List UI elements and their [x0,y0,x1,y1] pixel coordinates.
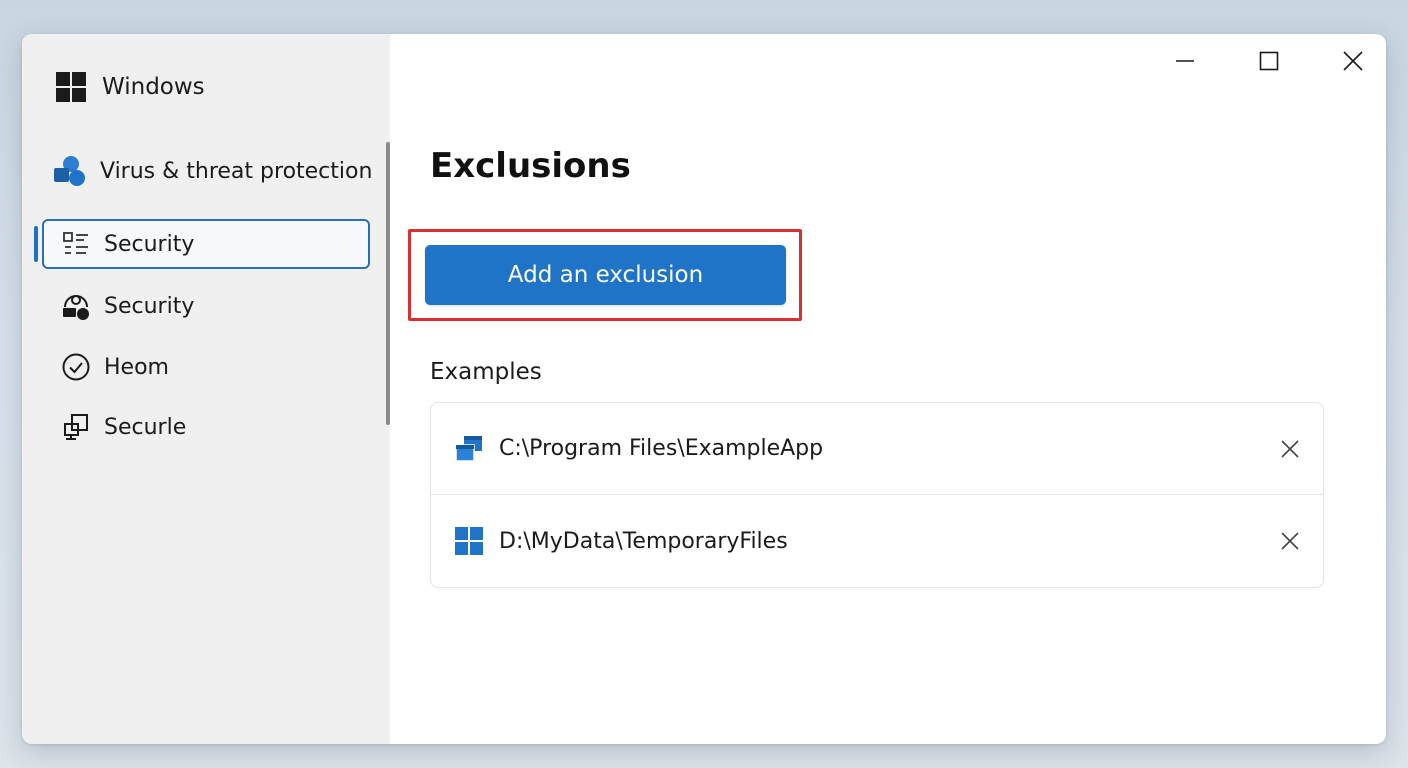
brand: Windows [56,72,205,102]
close-button[interactable] [1330,46,1376,76]
list-item[interactable]: C:\Program Files\ExampleApp [431,403,1323,495]
sidebar-item-virus-threat-protection[interactable]: Virus & threat protection [52,146,380,196]
remove-exclusion-button[interactable] [1277,528,1303,554]
minimize-icon [1176,60,1194,62]
app-windows-icon [453,433,485,465]
sidebar-item-security[interactable]: Security [42,281,370,331]
list-item[interactable]: D:\MyData\TemporaryFiles [431,495,1323,587]
sidebar-item-security-selected[interactable]: Security [42,219,370,269]
main-content: Exclusions Add an exclusion Examples C:\… [390,34,1386,744]
close-icon [1281,532,1299,550]
sidebar-item-securle[interactable]: Securle [42,402,370,452]
examples-heading: Examples [430,359,542,385]
list-icon [58,226,94,262]
sidebar-item-label: Heom [104,354,169,380]
device-icon [58,409,94,445]
exclusions-list: C:\Program Files\ExampleApp D:\MyData\Te… [430,402,1324,588]
sidebar-item-label: Security [104,293,195,319]
maximize-icon [1259,51,1279,71]
sidebar-item-label: Virus & threat protection [100,158,373,184]
close-icon [1343,51,1363,71]
settings-window: Windows Virus & threat protection Securi… [22,34,1386,744]
exclusion-path: C:\Program Files\ExampleApp [499,436,824,461]
check-circle-icon [58,349,94,385]
selection-indicator [34,226,38,262]
people-lock-icon [58,288,94,324]
sidebar-item-label: Security [104,231,195,257]
minimize-button[interactable] [1162,46,1208,76]
sidebar: Windows Virus & threat protection Securi… [22,34,390,744]
sidebar-item-heom[interactable]: Heom [42,342,370,392]
shapes-icon [52,153,88,189]
add-exclusion-button[interactable]: Add an exclusion [425,245,786,305]
sidebar-item-label: Securle [104,414,187,440]
page-title: Exclusions [430,146,631,186]
windows-logo-icon [453,525,485,557]
close-icon [1281,439,1299,458]
exclusion-path: D:\MyData\TemporaryFiles [499,528,788,554]
maximize-button[interactable] [1246,46,1292,76]
brand-title: Windows [102,74,205,100]
windows-logo-icon [56,72,86,102]
remove-exclusion-button[interactable] [1277,436,1303,462]
